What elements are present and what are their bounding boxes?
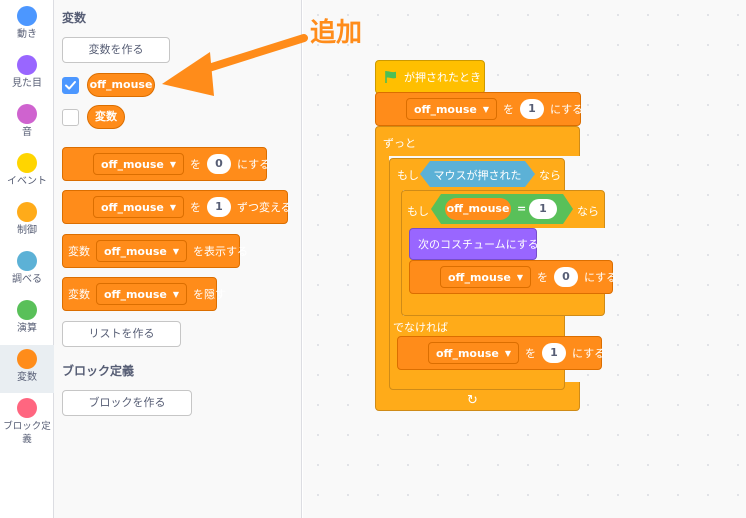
annotation-label: 追加 [310,18,363,48]
annotation-arrow-icon [162,34,308,96]
